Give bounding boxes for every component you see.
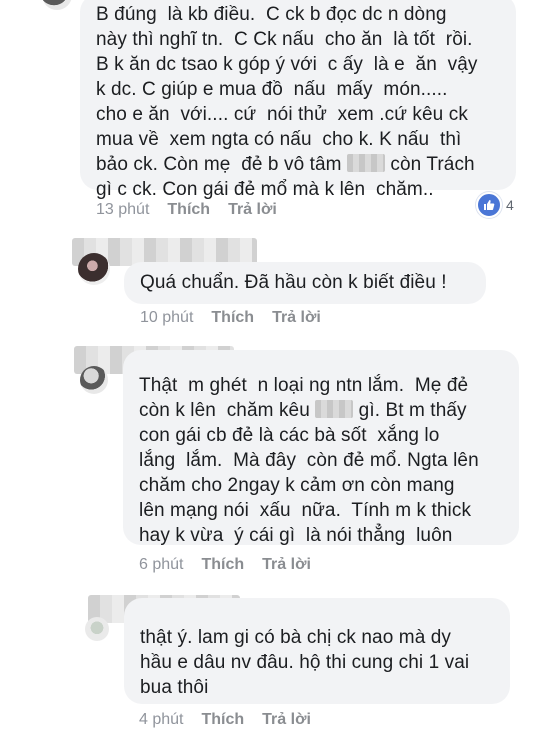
- comment-text-line: còn k lên chăm kêu gì. Bt m thấy: [139, 398, 503, 423]
- comment-text-line: hầu e dâu nv đâu. hộ thi cung chi 1 vai: [140, 652, 470, 673]
- reply-button[interactable]: Trả lời: [262, 556, 311, 573]
- comment-text-line: cho e ăn với.... cứ nói thử xem .cứ kêu …: [96, 104, 468, 125]
- comment-text-line: lắng lắm. Mà đây còn đẻ mổ. Ngta lên: [139, 450, 479, 471]
- avatar[interactable]: [42, 0, 72, 10]
- comment-actions: 4 phút Thích Trả lời: [139, 711, 329, 729]
- timestamp[interactable]: 10 phút: [140, 309, 193, 326]
- comment-text-line: Thật m ghét n loại ng ntn lắm. Mẹ đẻ: [139, 375, 469, 396]
- like-button[interactable]: Thích: [201, 556, 244, 573]
- avatar[interactable]: [85, 617, 109, 641]
- comment-text-line: Quá chuẩn. Đã hầu còn k biết điều !: [140, 272, 447, 293]
- redaction-mask: [315, 400, 354, 418]
- comment-text-segment: gì. Bt m thấy: [358, 400, 467, 421]
- like-button[interactable]: Thích: [201, 711, 244, 728]
- avatar[interactable]: [80, 366, 108, 394]
- like-button[interactable]: Thích: [167, 201, 210, 218]
- timestamp[interactable]: 6 phút: [139, 556, 183, 573]
- comment-text-line: con gái cb đẻ là các bà sốt xắng lo: [139, 425, 440, 446]
- comment-text-line: gì c ck. Con gái đẻ mổ mà k lên chăm..: [96, 179, 434, 200]
- like-button[interactable]: Thích: [211, 309, 254, 326]
- comment-text-line: mua về xem ngta có nấu cho k. K nấu thì: [96, 129, 462, 150]
- comment-bubble-4: thật ý. lam gi có bà chị ck nao mà dy hầ…: [124, 598, 510, 704]
- reply-button[interactable]: Trả lời: [272, 309, 321, 326]
- reply-button[interactable]: Trả lời: [228, 201, 277, 218]
- comment-text-line: B đúng là kb điều. C ck b đọc dc n dòng: [96, 4, 447, 25]
- comment-text-line: thật ý. lam gi có bà chị ck nao mà dy: [140, 627, 452, 648]
- comment-text-line: bua thôi: [140, 677, 209, 698]
- timestamp[interactable]: 13 phút: [96, 201, 149, 218]
- comment-bubble-2: Quá chuẩn. Đã hầu còn k biết điều !: [124, 262, 486, 304]
- comment-bubble-1: B đúng là kb điều. C ck b đọc dc n dòng …: [80, 0, 516, 200]
- avatar[interactable]: [78, 253, 110, 285]
- comment-text-line: bảo ck. Còn mẹ đẻ b vô tâm còn Trách: [96, 152, 500, 177]
- comment-text-line: hay k vừa ý cái gì là nói thẳng luôn: [139, 525, 453, 546]
- comment-text-line: lên mạng nói xấu nữa. Tính m k thick: [139, 500, 472, 521]
- comment-text-line: k dc. C giúp e mua đồ nấu mấy món.....: [96, 79, 448, 100]
- comment-text-line: này thì nghĩ tn. C Ck nấu cho ăn là tốt …: [96, 29, 473, 50]
- comment-actions: 6 phút Thích Trả lời: [139, 556, 329, 574]
- comment-text-segment: còn k lên chăm kêu: [139, 400, 310, 421]
- timestamp[interactable]: 4 phút: [139, 711, 183, 728]
- comment-text-segment: còn Trách: [390, 154, 475, 175]
- comment-text-segment: bảo ck. Còn mẹ đẻ b vô tâm: [96, 154, 342, 175]
- thumbs-up-icon: [476, 192, 502, 218]
- redaction-mask: [347, 154, 385, 172]
- reaction-badge[interactable]: 4: [476, 192, 514, 218]
- reply-button[interactable]: Trả lời: [262, 711, 311, 728]
- comment-text-line: chăm cho 2ngay k cảm ơn còn mang: [139, 475, 455, 496]
- comment-text-line: B k ăn dc tsao k góp ý với c ấy là e ăn …: [96, 54, 478, 75]
- comment-actions: 13 phút Thích Trả lời: [96, 201, 295, 219]
- comment-actions: 10 phút Thích Trả lời: [140, 309, 339, 327]
- reaction-count: 4: [506, 197, 514, 213]
- comment-bubble-3: Thật m ghét n loại ng ntn lắm. Mẹ đẻ còn…: [123, 350, 519, 546]
